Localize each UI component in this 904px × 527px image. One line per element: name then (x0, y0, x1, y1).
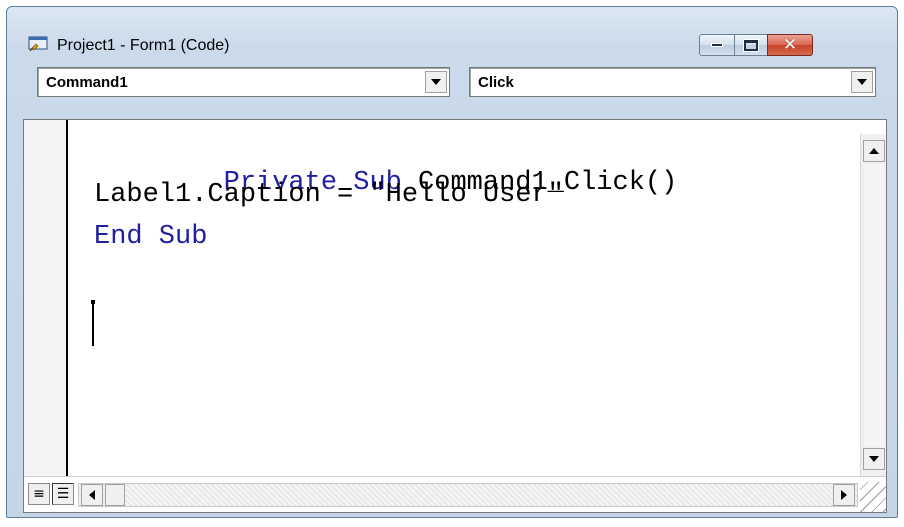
chevron-down-icon (857, 79, 867, 85)
vertical-scrollbar[interactable] (860, 134, 886, 476)
maximize-button[interactable] (734, 34, 768, 56)
margin-indicator-bar[interactable] (24, 120, 68, 476)
minimize-icon (711, 43, 723, 47)
arrow-up-icon (869, 148, 879, 154)
code-editor[interactable]: Private Sub Command1_Click() Label1.Capt… (70, 120, 858, 476)
horizontal-scroll-thumb[interactable] (105, 484, 125, 506)
bottom-bar: ≡ ☰ (24, 476, 886, 512)
arrow-right-icon (841, 490, 847, 500)
vertical-scroll-track[interactable] (864, 164, 884, 446)
window-title: Project1 - Form1 (Code) (57, 37, 230, 54)
vb-form-icon (28, 36, 48, 52)
text-caret (92, 302, 94, 346)
procedure-view-icon: ≡ (33, 486, 45, 502)
scroll-right-button[interactable] (833, 484, 855, 506)
full-module-view-icon: ☰ (56, 486, 70, 502)
minimize-button[interactable] (699, 34, 735, 56)
procedure-dropdown-value: Click (478, 74, 514, 91)
arrow-down-icon (869, 456, 879, 462)
scroll-left-button[interactable] (81, 484, 103, 506)
code-window: Project1 - Form1 (Code) ✕ Command1 Click… (6, 6, 898, 518)
arrow-left-icon (89, 490, 95, 500)
code-line-2: Label1.Caption = "Hello User" (94, 180, 564, 210)
chevron-down-icon (431, 79, 441, 85)
horizontal-scrollbar[interactable] (78, 483, 858, 507)
resize-grip-icon[interactable] (860, 482, 886, 512)
object-dropdown-value: Command1 (46, 74, 128, 91)
maximize-icon (743, 38, 759, 52)
code-line-3: End Sub (94, 222, 208, 252)
object-dropdown[interactable]: Command1 (37, 67, 450, 97)
full-module-view-button[interactable]: ☰ (52, 483, 74, 505)
object-dropdown-arrow[interactable] (425, 71, 447, 93)
scroll-up-button[interactable] (863, 140, 885, 162)
title-bar[interactable]: Project1 - Form1 (Code) ✕ (7, 7, 897, 56)
procedure-view-button[interactable]: ≡ (28, 483, 50, 505)
close-button[interactable]: ✕ (767, 34, 813, 56)
procedure-dropdown-arrow[interactable] (851, 71, 873, 93)
procedure-dropdown[interactable]: Click (469, 67, 876, 97)
close-icon: ✕ (782, 35, 798, 55)
scroll-down-button[interactable] (863, 448, 885, 470)
code-pane: Private Sub Command1_Click() Label1.Capt… (23, 119, 887, 513)
